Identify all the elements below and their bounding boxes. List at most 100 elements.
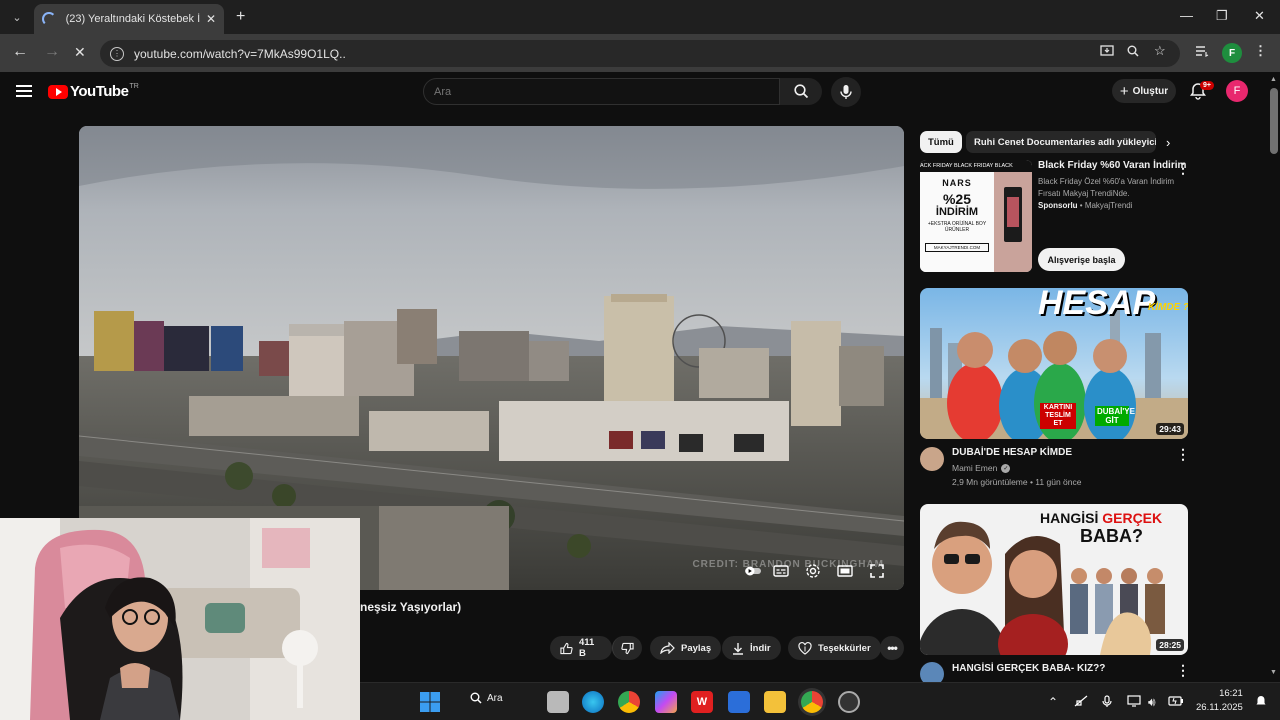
youtube-logo[interactable]: YouTube TR [48,83,139,100]
maximize-icon[interactable]: ❐ [1216,8,1228,24]
chrome-profile-icon[interactable] [801,691,823,713]
ad-thumbnail[interactable]: ACK FRIDAY BLACK FRIDAY BLACK NARS %25 İ… [920,160,1032,272]
chevron-right-icon[interactable]: › [1166,135,1170,150]
windows-start-icon[interactable] [419,691,441,713]
dislike-button[interactable] [612,636,642,660]
tab-search-icon[interactable]: ⌄ [8,8,26,26]
account-avatar[interactable]: F [1226,80,1248,102]
video-title: neşsiz Yaşıyorlar) [360,600,462,614]
address-bar[interactable]: ⋮ youtube.com/watch?v=7MkAs99O1LQ.. [100,40,1180,67]
windows-taskbar: Ara W ⌃ 🔊︎ 16:21 26.11.2025 [360,682,1280,720]
taskbar-search-label: Ara [487,692,503,704]
thanks-label: Teşekkürler [818,642,871,654]
search-button[interactable] [780,78,822,105]
rec-thumb-2-image [920,521,1165,655]
heart-dollar-icon [798,641,812,655]
taskbar-clock[interactable]: 16:21 26.11.2025 [1196,687,1243,715]
create-label: Oluştur [1132,85,1169,97]
ad-title[interactable]: Black Friday %60 Varan İndirim [1038,160,1186,171]
rec-duration-1: 29:43 [1156,423,1184,435]
window-close-icon[interactable]: ✕ [1254,8,1265,24]
edge-browser-icon[interactable] [582,691,604,713]
scrollbar-thumb[interactable] [1270,88,1278,154]
create-button[interactable]: + Oluştur [1112,79,1176,103]
clock-time: 16:21 [1219,688,1243,699]
rec-title-1[interactable]: DUBAİ'DE HESAP KİMDE [952,447,1072,458]
rec-channel-1[interactable]: Mami Emen ✓ [952,463,1011,473]
webcam-streamer-image [0,518,360,720]
rec-more-icon-1[interactable]: ⋮ [1176,446,1190,463]
microsoft-store-icon[interactable] [728,691,750,713]
forward-icon[interactable]: → [44,43,60,61]
bookmark-star-icon[interactable]: ☆ [1154,43,1166,59]
more-actions-button[interactable]: ••• [880,636,904,660]
chip-all[interactable]: Tümü [920,131,962,153]
share-button[interactable]: Paylaş [650,636,722,660]
copilot-icon[interactable] [655,691,677,713]
menu-hamburger-icon[interactable] [16,85,32,97]
subtitles-icon[interactable] [772,562,790,580]
task-view-icon[interactable] [547,691,569,713]
search-input[interactable] [434,85,779,98]
download-button[interactable]: İndir [722,636,781,660]
loading-spinner-icon [42,12,56,26]
settings-gear-icon[interactable] [804,562,822,580]
scroll-up-icon[interactable]: ▲ [1270,76,1277,83]
tray-microphone-icon[interactable] [1102,695,1112,711]
zoom-icon[interactable] [1127,45,1139,60]
ad-advertiser: MakyajTrendi [1084,201,1133,210]
back-icon[interactable]: ← [12,43,28,61]
rec-thumb-2-line2: BABA? [1080,526,1143,546]
tray-volume-icon[interactable]: 🔊︎ [1148,695,1156,710]
rec-more-icon-2[interactable]: ⋮ [1176,662,1190,679]
browser-profile-avatar[interactable]: F [1222,43,1242,63]
new-tab-icon[interactable]: + [236,8,245,26]
thanks-button[interactable]: Teşekkürler [788,636,881,660]
browser-tab-active[interactable]: (23) Yeraltındaki Köstebek İnsan ✕ [34,4,224,34]
search-icon [793,84,808,99]
fullscreen-icon[interactable] [868,562,886,580]
obs-studio-icon[interactable] [838,691,860,713]
rec-stats-1: 2,9 Mn görüntüleme • 11 gün önce [952,477,1082,487]
chip-uploader[interactable]: Ruhi Cenet Documentaries adlı yükleyicid… [966,131,1156,153]
rec-thumb-1-text: HESAP [1038,288,1156,322]
tray-muted-icon[interactable] [1074,695,1088,710]
install-app-icon[interactable] [1100,45,1114,60]
tray-network-icon[interactable] [1127,695,1141,710]
file-explorer-icon[interactable] [764,691,786,713]
tray-battery-icon[interactable] [1168,695,1184,709]
tray-overflow-icon[interactable]: ⌃ [1048,695,1058,709]
browser-tabstrip: ⌄ (23) Yeraltındaki Köstebek İnsan ✕ + —… [0,0,1280,34]
rec-channel-name-1: Mami Emen [952,463,998,473]
rec-thumbnail-1[interactable]: HESAP KİMDE ? KARTINI TESLİM ET DUBAİ'YE… [920,288,1188,439]
scroll-down-icon[interactable]: ▼ [1270,669,1277,676]
ad-thumb-product [994,172,1032,272]
site-info-icon[interactable]: ⋮ [110,46,124,61]
media-queue-icon[interactable] [1195,45,1209,60]
stop-loading-icon[interactable]: ✕ [74,44,86,61]
download-label: İndir [750,642,771,654]
theater-mode-icon[interactable] [836,562,854,580]
minimize-icon[interactable]: — [1180,8,1193,23]
rec-channel-avatar-1[interactable] [920,447,944,471]
search-box[interactable] [423,78,780,105]
rec-thumbnail-2[interactable]: HANGİSİ GERÇEK BABA? 28:25 [920,504,1188,655]
browser-menu-icon[interactable]: ⋮ [1254,43,1267,59]
rec-title-2[interactable]: HANGİSİ GERÇEK BABA- KIZ?? [952,663,1105,674]
ad-thumb-text-panel: NARS %25 İNDİRİM +EKSTRA ORİJİNAL BOY ÜR… [920,172,994,272]
notification-center-icon[interactable] [1255,695,1267,710]
wps-office-icon[interactable]: W [691,691,713,713]
ad-shop-button[interactable]: Alışverişe başla [1038,248,1125,271]
tab-close-icon[interactable]: ✕ [206,12,216,26]
ad-more-icon[interactable]: ⋮ [1176,160,1190,177]
ad-meta: Sponsorlu • MakyajTrendi [1038,201,1133,210]
voice-search-button[interactable] [831,77,861,107]
chrome-icon[interactable] [618,691,640,713]
taskbar-search[interactable]: Ara [470,692,503,704]
ad-sponsored-label: Sponsorlu [1038,201,1078,210]
page-scrollbar[interactable] [1268,72,1280,682]
microphone-icon [840,85,852,99]
rec-thumb-1-kimde: KİMDE ? [1148,302,1188,313]
autoplay-toggle-icon[interactable] [744,562,762,580]
like-button[interactable]: 411 B [550,636,612,660]
